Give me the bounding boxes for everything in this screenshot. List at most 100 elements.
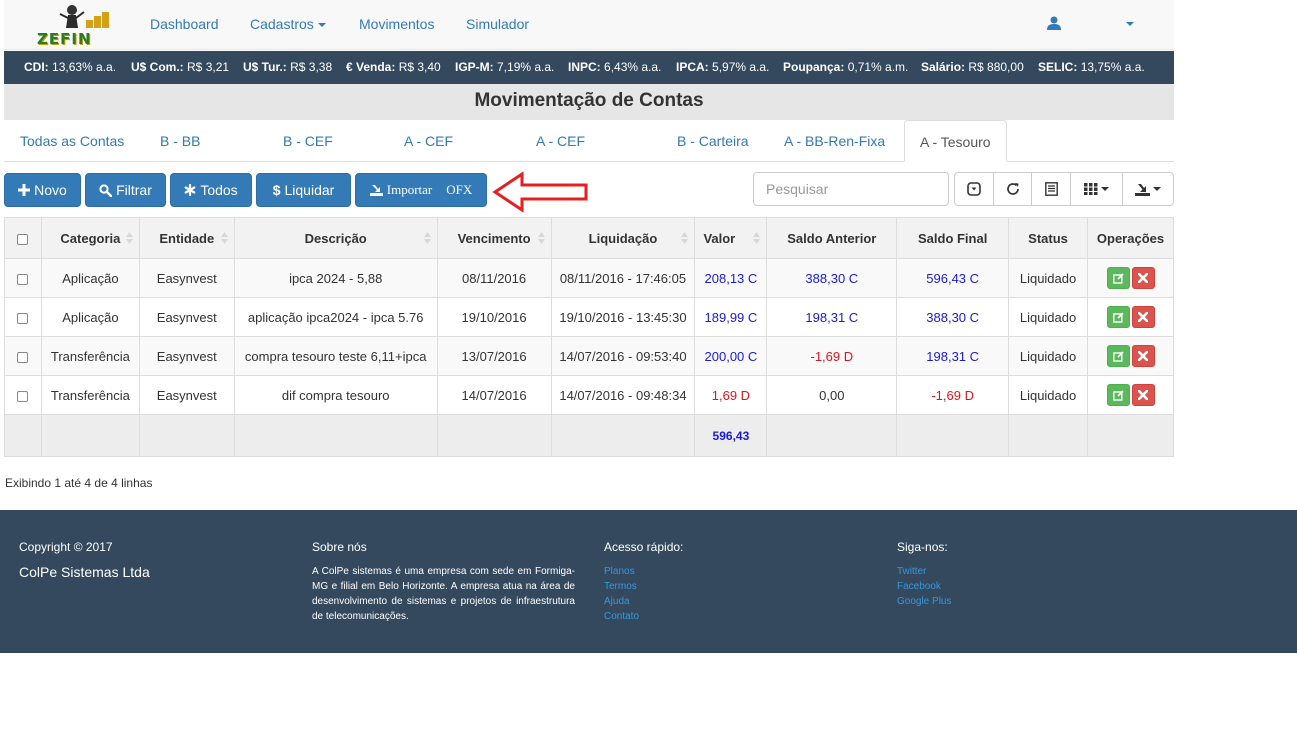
columns-icon [1084, 183, 1098, 195]
indicator-usd-com: U$ Com.: R$ 3,21 [131, 60, 230, 74]
tab-b-carteira[interactable]: B - Carteira [677, 133, 749, 149]
tab-a-cef-2[interactable]: A - CEF [536, 133, 585, 149]
nav-cadastros[interactable]: Cadastros [250, 16, 326, 32]
red-arrow-icon [492, 171, 588, 213]
user-icon[interactable] [1047, 16, 1061, 30]
footer-link-twitter[interactable]: Twitter [897, 564, 951, 579]
nav-simulador[interactable]: Simulador [466, 16, 529, 32]
header-vencimento[interactable]: Vencimento [436, 217, 552, 259]
row-select-cell [4, 258, 42, 298]
edit-button[interactable] [1106, 267, 1130, 289]
chevron-down-icon [317, 23, 326, 28]
header-saldo-final[interactable]: Saldo Final [896, 217, 1010, 259]
select-all-checkbox[interactable] [17, 233, 29, 245]
cell-vencimento: 13/07/2016 [436, 336, 552, 376]
asterisk-icon [184, 184, 196, 196]
delete-button[interactable] [1131, 384, 1155, 406]
edit-button[interactable] [1106, 384, 1130, 406]
export-button[interactable] [1123, 173, 1173, 205]
edit-button[interactable] [1106, 306, 1130, 328]
footer-link-google-plus[interactable]: Google Plus [897, 594, 951, 609]
todos-label: Todos [200, 182, 238, 198]
delete-button[interactable] [1131, 345, 1155, 367]
refresh-button[interactable] [994, 173, 1032, 205]
row-checkbox[interactable] [17, 312, 29, 324]
header-entidade[interactable]: Entidade [138, 217, 235, 259]
sort-icon [125, 232, 133, 244]
tab-todas-as-contas[interactable]: Todas as Contas [20, 133, 124, 149]
footer-link-facebook[interactable]: Facebook [897, 579, 951, 594]
valor-total: 596,43 [694, 414, 768, 457]
refresh-icon [1006, 183, 1019, 195]
liquidar-button[interactable]: $ Liquidar [256, 173, 351, 207]
footer-about: Sobre nós A ColPe sistemas é uma empresa… [312, 540, 575, 624]
header-descricao[interactable]: Descrição [233, 217, 438, 259]
tab-a-cef[interactable]: A - CEF [404, 133, 453, 149]
header-operacoes: Operações [1087, 217, 1174, 259]
footer-link-contato[interactable]: Contato [604, 609, 683, 624]
sort-icon [537, 232, 545, 244]
nav-dashboard[interactable]: Dashboard [150, 16, 219, 32]
cell-valor: 208,13 C [694, 258, 768, 298]
toggle-view-button[interactable] [955, 173, 994, 205]
row-checkbox[interactable] [17, 351, 29, 363]
edit-button[interactable] [1106, 345, 1130, 367]
cell-descricao: compra tesouro teste 6,11+ipca [233, 336, 438, 376]
delete-button[interactable] [1131, 306, 1155, 328]
cell-categoria: Transferência [40, 336, 140, 376]
list-view-button[interactable] [1032, 173, 1071, 205]
remove-icon [1138, 312, 1148, 322]
row-checkbox[interactable] [17, 273, 29, 285]
footer-link-planos[interactable]: Planos [604, 564, 683, 579]
columns-button[interactable] [1071, 173, 1123, 205]
tab-b-cef[interactable]: B - CEF [283, 133, 333, 149]
footer-link-ajuda[interactable]: Ajuda [604, 594, 683, 609]
filtrar-button[interactable]: Filtrar [85, 173, 166, 207]
cell-saldo-anterior: 0,00 [766, 375, 898, 415]
header-categoria[interactable]: Categoria [40, 217, 140, 259]
row-checkbox[interactable] [17, 390, 29, 402]
indicator-ipca: IPCA: 5,97% a.a. [676, 60, 770, 74]
cell-entidade: Easynvest [138, 258, 235, 298]
cell-saldo-final: 596,43 C [896, 258, 1010, 298]
dollar-icon: $ [272, 182, 281, 198]
cell-descricao: aplicação ipca2024 - ipca 5.76 [233, 297, 438, 337]
header-liquidacao[interactable]: Liquidação [550, 217, 696, 259]
cell-saldo-final: -1,69 D [896, 375, 1010, 415]
tab-a-tesouro[interactable]: A - Tesouro [904, 120, 1007, 162]
delete-button[interactable] [1131, 267, 1155, 289]
header-status[interactable]: Status [1008, 217, 1088, 259]
novo-button[interactable]: Novo [4, 173, 81, 207]
indicator-usd-tur: U$ Tur.: R$ 3,38 [243, 60, 333, 74]
table-row: Transferência Easynvest dif compra tesou… [4, 375, 1174, 415]
brand-name: ZEFIN [37, 30, 92, 48]
cell-liquidacao: 14/07/2016 - 09:48:34 [550, 375, 696, 415]
header-saldo-anterior[interactable]: Saldo Anterior [766, 217, 898, 259]
user-menu-chevron-icon[interactable] [1126, 22, 1134, 26]
toggle-icon [967, 182, 981, 196]
cell-saldo-anterior: -1,69 D [766, 336, 898, 376]
cell-vencimento: 19/10/2016 [436, 297, 552, 337]
importar-label: Importar [386, 182, 433, 197]
filtrar-label: Filtrar [116, 182, 152, 198]
tab-b-bb[interactable]: B - BB [160, 133, 200, 149]
chevron-down-icon [1101, 187, 1109, 191]
cell-descricao: dif compra tesouro [233, 375, 438, 415]
brand-logo[interactable]: ZEFIN [34, 2, 110, 48]
importar-ofx-button[interactable]: Importar OFX [355, 173, 487, 207]
sort-icon [423, 232, 431, 244]
cell-descricao: ipca 2024 - 5,88 [233, 258, 438, 298]
cell-operacoes [1087, 297, 1174, 337]
edit-icon [1112, 273, 1124, 284]
search-input[interactable] [753, 172, 949, 206]
cell-valor: 200,00 C [694, 336, 768, 376]
cell-entidade: Easynvest [138, 336, 235, 376]
tab-a-bb-ren-fixa[interactable]: A - BB-Ren-Fixa [784, 133, 885, 149]
cell-operacoes [1087, 336, 1174, 376]
header-valor[interactable]: Valor [694, 217, 768, 259]
footer-link-termos[interactable]: Termos [604, 579, 683, 594]
footer-about-text: A ColPe sistemas é uma empresa com sede … [312, 566, 575, 622]
nav-movimentos[interactable]: Movimentos [359, 16, 434, 32]
nav-cadastros-label: Cadastros [250, 16, 314, 32]
todos-button[interactable]: Todos [170, 173, 252, 207]
